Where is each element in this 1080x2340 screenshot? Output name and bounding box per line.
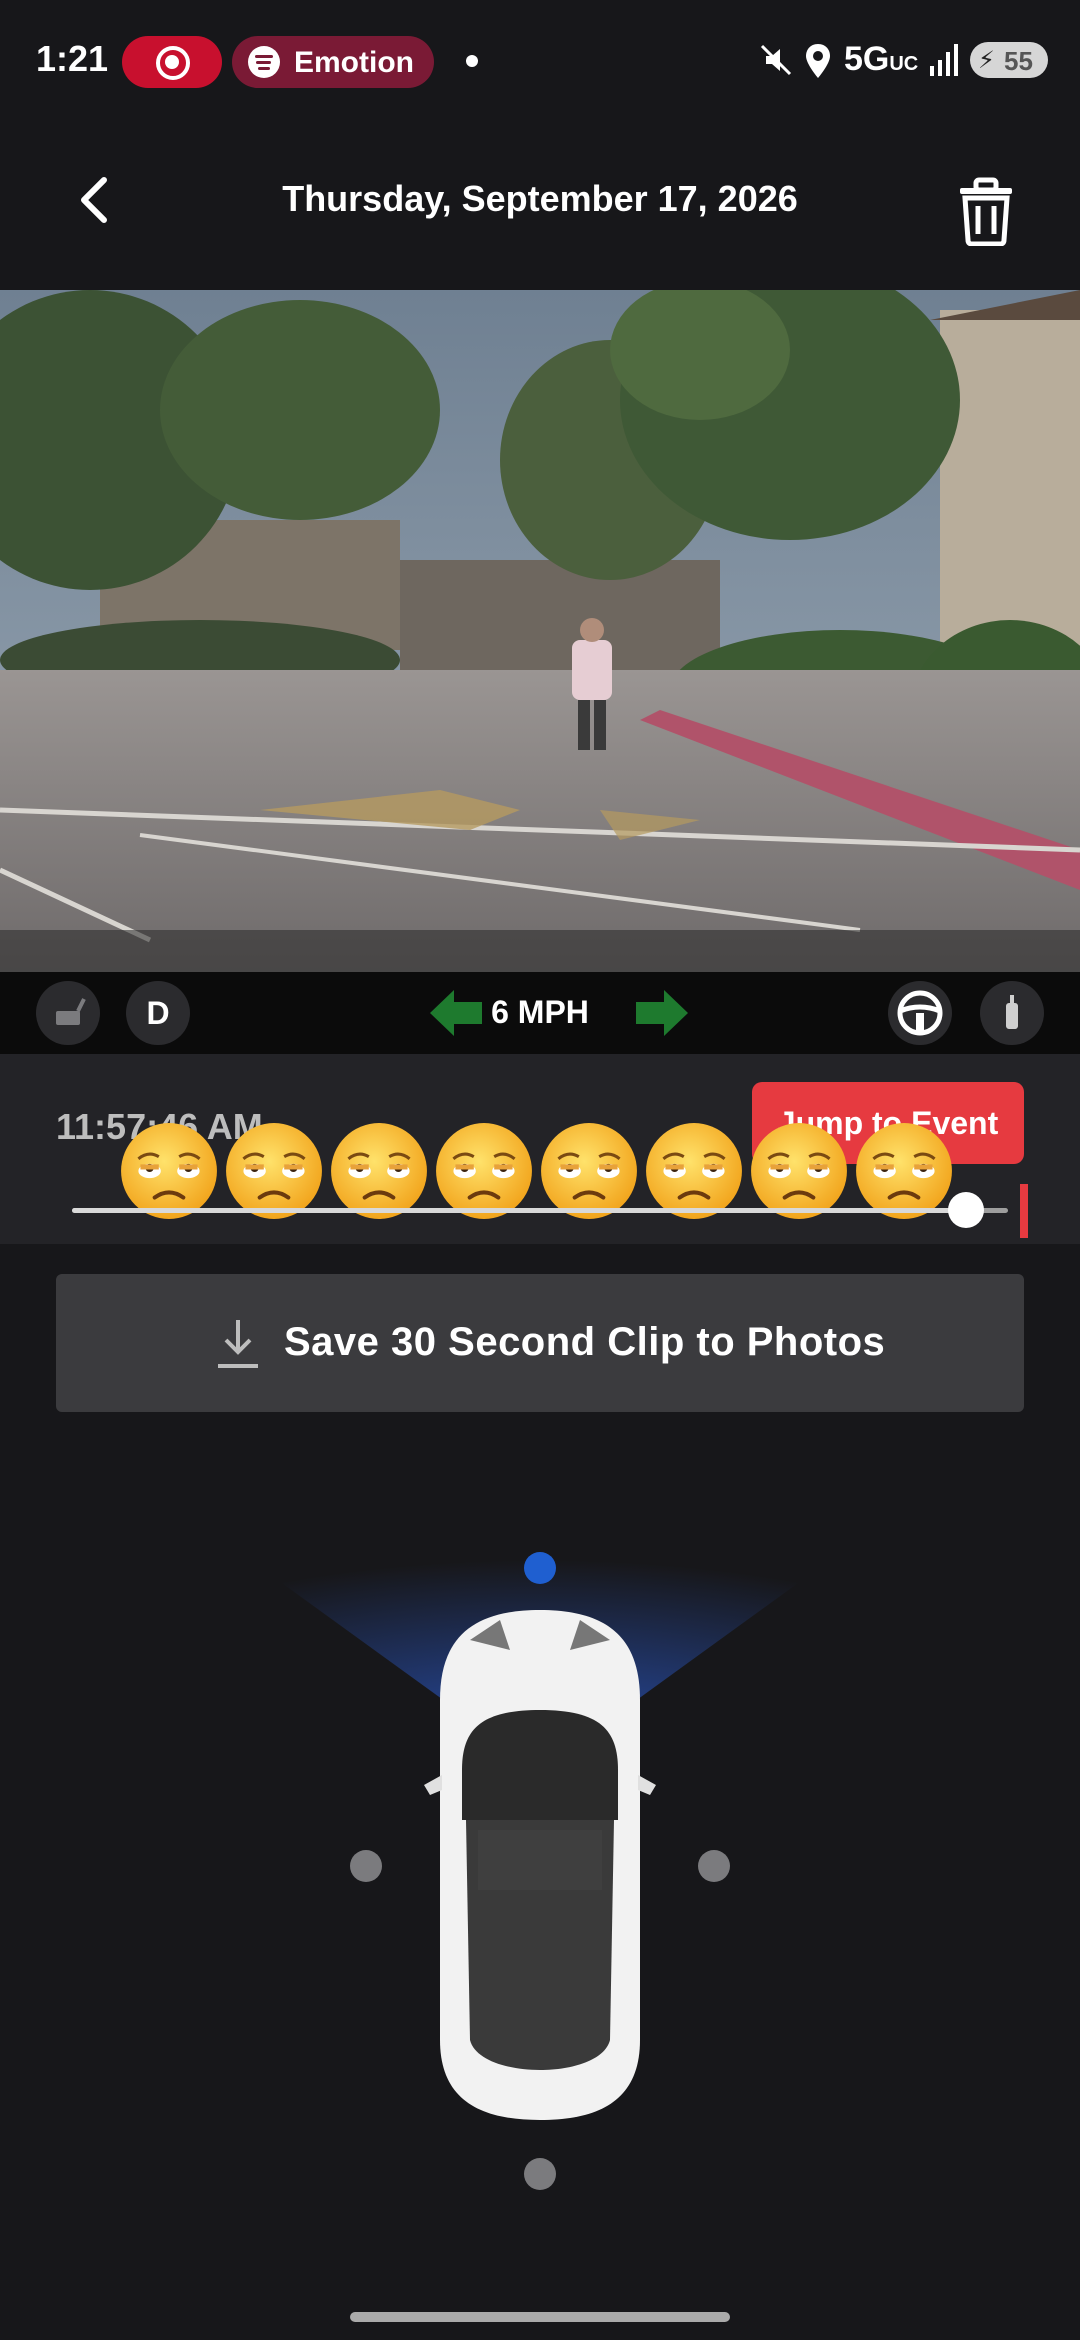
save-clip-label: Save 30 Second Clip to Photos (284, 1320, 886, 1364)
download-icon (218, 1320, 258, 1368)
trash-icon[interactable] (950, 176, 1022, 246)
unamused-face-emoji (121, 1123, 217, 1219)
right-turn-signal-icon (636, 990, 688, 1036)
network-type: 5GUC (844, 40, 919, 78)
now-playing-chip[interactable]: Emotion (232, 36, 434, 88)
rear-camera-button[interactable] (524, 2158, 556, 2190)
unamused-face-emoji (856, 1123, 952, 1219)
battery-indicator: ⚡ 55 (970, 42, 1048, 78)
unamused-face-emoji (646, 1123, 742, 1219)
unamused-face-emoji (751, 1123, 847, 1219)
timeline-scrubber: 11:57:46 AM Jump to Event (0, 1054, 1080, 1244)
left-camera-button[interactable] (350, 1850, 382, 1882)
unamused-face-emoji (331, 1123, 427, 1219)
camera-selector (0, 1440, 1080, 2200)
timeline-thumb[interactable] (948, 1192, 984, 1228)
accelerator-pedal-icon (1006, 995, 1018, 1029)
unamused-face-emoji (541, 1123, 637, 1219)
now-playing-label: Emotion (294, 46, 414, 79)
event-marker (1020, 1184, 1028, 1238)
charging-icon: ⚡ (978, 47, 995, 74)
accelerator-indicator (980, 981, 1044, 1045)
telemetry-bar: D 6 MPH (0, 972, 1080, 1054)
mute-icon (760, 44, 792, 76)
page-title: Thursday, September 17, 2026 (282, 178, 798, 219)
notification-dot (466, 55, 478, 67)
save-clip-button[interactable]: Save 30 Second Clip to Photos (56, 1274, 1024, 1412)
music-app-icon (248, 46, 280, 78)
right-camera-button[interactable] (698, 1850, 730, 1882)
unamused-face-emoji (436, 1123, 532, 1219)
location-icon (806, 44, 830, 78)
unamused-face-emoji (226, 1123, 322, 1219)
autopilot-indicator (888, 981, 952, 1045)
status-bar: 1:21 Emotion 5GUC ⚡ 55 (0, 0, 1080, 120)
header: Thursday, September 17, 2026 (0, 140, 1080, 260)
home-indicator[interactable] (350, 2312, 730, 2322)
front-camera-button[interactable] (524, 1552, 556, 1584)
screen-record-indicator[interactable] (122, 36, 222, 88)
steering-wheel-icon (897, 990, 943, 1036)
signal-icon (930, 44, 958, 76)
dashcam-video[interactable] (0, 290, 1080, 972)
status-time: 1:21 (36, 38, 109, 79)
timeline-progress (72, 1208, 966, 1213)
